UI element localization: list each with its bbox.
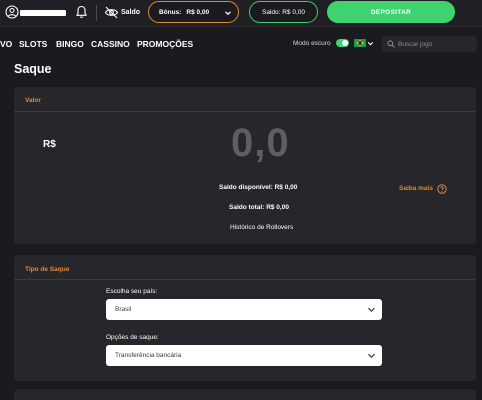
learn-more-link[interactable]: Saiba mais xyxy=(399,185,433,192)
divider xyxy=(96,5,97,21)
chevron-down-icon xyxy=(225,11,231,16)
chevron-down-icon[interactable] xyxy=(367,40,374,47)
nav-item-bingo[interactable]: BINGO xyxy=(56,39,84,49)
bonus-dropdown[interactable]: Bônus: R$ 0,00 xyxy=(148,1,239,23)
main-nav: VO SLOTS BINGO CASSINO PROMOÇÕES Modo es… xyxy=(0,28,482,58)
withdraw-type-label: Tipo de Saque xyxy=(25,266,70,273)
next-section-card xyxy=(14,389,476,400)
search-icon xyxy=(387,40,395,48)
withdraw-amount-input[interactable]: 0,0 xyxy=(231,121,290,166)
withdraw-option-value: Transferência bancária xyxy=(115,352,182,359)
balance-display[interactable]: Saldo: R$ 0,00 xyxy=(249,1,318,23)
nav-item-promocoes[interactable]: PROMOÇÕES xyxy=(137,39,193,49)
page-title: Saque xyxy=(14,62,52,76)
currency-symbol: R$ xyxy=(43,139,56,150)
country-select[interactable]: Brasil xyxy=(106,299,382,320)
eye-off-icon[interactable] xyxy=(104,5,119,20)
saldo-visibility-label[interactable]: Saldo xyxy=(121,9,140,16)
bell-icon[interactable] xyxy=(75,5,88,19)
dark-mode-toggle[interactable] xyxy=(336,39,349,47)
brazil-flag-icon[interactable] xyxy=(354,39,366,47)
help-icon[interactable] xyxy=(437,184,447,194)
divider xyxy=(14,279,476,280)
search-box[interactable] xyxy=(381,36,477,52)
country-value: Brasil xyxy=(115,306,132,313)
nav-item-cassino[interactable]: CASSINO xyxy=(91,39,130,49)
balance-label: Saldo: R$ 0,00 xyxy=(261,8,305,16)
redacted-username xyxy=(20,10,66,16)
withdraw-options-select[interactable]: Transferência bancária xyxy=(106,345,382,366)
deposit-button[interactable]: DEPOSITAR xyxy=(327,1,455,23)
bonus-label: Bônus: xyxy=(159,8,182,16)
total-balance: Saldo total: R$ 0,00 xyxy=(229,204,289,211)
chevron-down-icon xyxy=(368,353,375,358)
user-icon[interactable] xyxy=(5,5,19,19)
bonus-value: R$ 0,00 xyxy=(186,8,210,16)
country-label: Escolha seu país: xyxy=(106,288,158,295)
available-balance: Saldo disponível: R$ 0,00 xyxy=(219,184,298,191)
divider xyxy=(14,111,476,112)
dark-mode-label: Modo escuro xyxy=(293,40,331,47)
nav-item-slots[interactable]: SLOTS xyxy=(19,39,47,49)
valor-section-label: Valor xyxy=(25,97,41,104)
nav-item-vo[interactable]: VO xyxy=(0,39,12,49)
withdraw-options-label: Opções de saque: xyxy=(106,334,159,341)
top-bar: Saldo Bônus: R$ 0,00 Saldo: R$ 0,00 DEPO… xyxy=(0,0,482,27)
rollover-history-link[interactable]: Histórico de Rollovers xyxy=(230,224,293,231)
chevron-down-icon xyxy=(368,307,375,312)
search-input[interactable] xyxy=(398,36,475,52)
